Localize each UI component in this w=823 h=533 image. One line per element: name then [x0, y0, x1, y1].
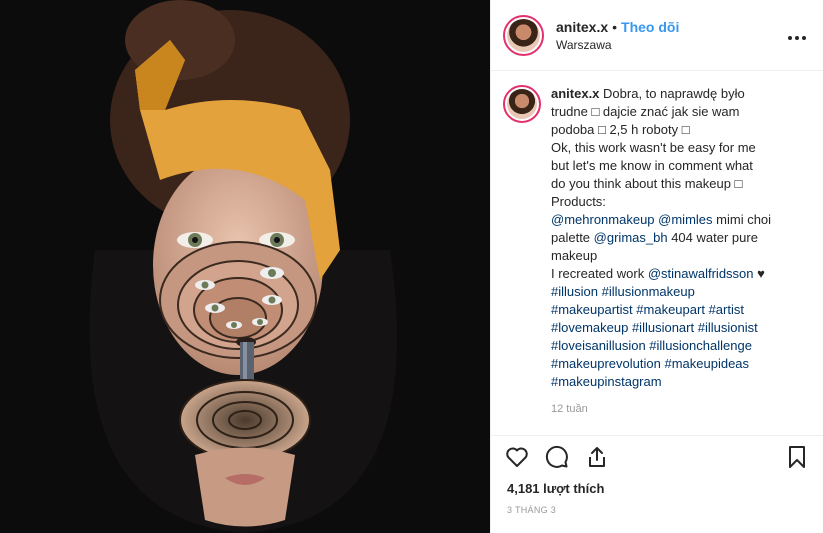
hashtag-link[interactable]: #makeupinstagram: [551, 374, 662, 389]
post-photo[interactable]: [0, 0, 490, 533]
comments-area: anitex.x Dobra, to naprawdę było trudne …: [491, 71, 823, 435]
caption-text-span: mimi choi: [716, 212, 772, 227]
author-avatar[interactable]: [503, 14, 544, 56]
hashtag-link[interactable]: #illusion: [551, 284, 598, 299]
caption-row: anitex.x Dobra, to naprawdę było trudne …: [503, 85, 807, 391]
hashtag-link[interactable]: #illusionist: [698, 320, 758, 335]
share-icon[interactable]: [583, 443, 611, 471]
hashtag-line: #makeupartist #makeupart #artist: [551, 301, 797, 319]
mention-link[interactable]: @stinawalfridsson: [648, 266, 754, 281]
caption-text-span: 404 water pure: [671, 230, 758, 245]
follow-button[interactable]: Theo dõi: [621, 19, 679, 35]
post-header: anitex.x • Theo dõi Warszawa: [491, 0, 823, 71]
caption-line: but let's me know in comment what: [551, 158, 753, 173]
hashtag-line: #lovemakeup #illusionart #illusionist: [551, 319, 797, 337]
caption-line: Ok, this work wasn't be easy for me: [551, 140, 756, 155]
caption-text-span: Dobra, to naprawdę było: [603, 86, 745, 101]
hashtag-link[interactable]: #makeupart: [636, 302, 705, 317]
action-bar: [491, 435, 823, 477]
header-line: anitex.x • Theo dõi: [556, 19, 787, 35]
hashtag-link[interactable]: #loveisanillusion: [551, 338, 646, 353]
hashtag-link[interactable]: #artist: [709, 302, 744, 317]
caption-line: podoba □ 2,5 h roboty □: [551, 122, 690, 137]
post-sidebar: anitex.x • Theo dõi Warszawa anitex.x Dobr…: [490, 0, 823, 533]
heart-outline-icon[interactable]: [503, 443, 531, 471]
caption-username[interactable]: anitex.x: [551, 86, 599, 101]
post-date[interactable]: 3 THÁNG 3: [491, 505, 823, 533]
location-link[interactable]: Warszawa: [556, 38, 787, 52]
hashtag-line: #illusion #illusionmakeup: [551, 283, 797, 301]
caption-text: anitex.x Dobra, to naprawdę było trudne …: [551, 85, 797, 391]
more-horizontal-icon[interactable]: [787, 30, 807, 41]
hashtag-link[interactable]: #lovemakeup: [551, 320, 628, 335]
avatar-image: [507, 89, 537, 119]
separator-dot: •: [612, 18, 618, 35]
caption-time-ago[interactable]: 12 tuần: [551, 403, 807, 415]
likes-count[interactable]: 4,181 lượt thích: [491, 477, 823, 505]
hashtag-link[interactable]: #makeupartist: [551, 302, 633, 317]
caption-line: anitex.x Dobra, to naprawdę było: [551, 85, 797, 103]
caption-text-span: palette: [551, 230, 591, 245]
caption-text-span: I recreated work: [551, 266, 645, 281]
hashtag-line: #loveisanillusion #illusionchallenge: [551, 337, 797, 355]
caption-line: makeup: [551, 248, 598, 263]
caption-line: I recreated work @stinawalfridsson ♥: [551, 265, 797, 283]
caption-line: trudne □ dajcie znać jak sie wam: [551, 104, 740, 119]
mention-link[interactable]: @grimas_bh: [594, 230, 668, 245]
bookmark-icon[interactable]: [783, 443, 811, 471]
caption-line: do you think about this makeup □: [551, 176, 743, 191]
hashtag-link[interactable]: #illusionchallenge: [649, 338, 752, 353]
comment-bubble-icon[interactable]: [543, 443, 571, 471]
hashtag-link[interactable]: #makeuprevolution: [551, 356, 661, 371]
author-username[interactable]: anitex.x: [556, 19, 608, 35]
mention-link[interactable]: @mimles: [658, 212, 712, 227]
heart-symbol: ♥: [757, 266, 765, 281]
hashtag-line: #makeuprevolution #makeupideas: [551, 355, 797, 373]
header-text: anitex.x • Theo dõi Warszawa: [556, 19, 787, 52]
makeup-illusion-image: [0, 0, 490, 533]
caption-line: Products:: [551, 194, 606, 209]
caption-line: palette @grimas_bh 404 water pure: [551, 229, 797, 247]
caption-line: @mehronmakeup @mimles mimi choi: [551, 211, 797, 229]
hashtag-link[interactable]: #makeupideas: [664, 356, 749, 371]
hashtag-line: #makeupinstagram: [551, 373, 797, 391]
caption-avatar[interactable]: [503, 85, 541, 123]
hashtag-link[interactable]: #illusionart: [632, 320, 694, 335]
hashtag-link[interactable]: #illusionmakeup: [602, 284, 695, 299]
mention-link[interactable]: @mehronmakeup: [551, 212, 655, 227]
instagram-post: anitex.x • Theo dõi Warszawa anitex.x Dobr…: [0, 0, 823, 533]
avatar-image: [507, 18, 540, 52]
